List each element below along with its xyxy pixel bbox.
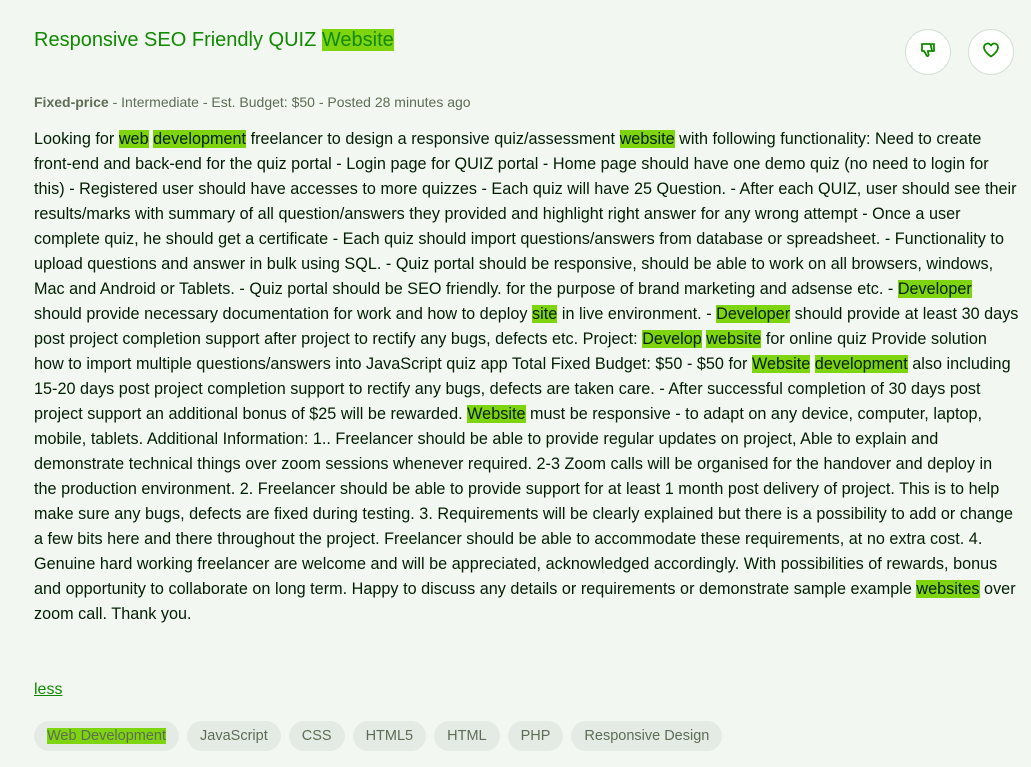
job-description: Looking for web development freelancer t… (34, 127, 1019, 627)
description-text: freelancer to design a responsive quiz/a… (246, 130, 620, 148)
skill-tag-label: Responsive Design (584, 728, 710, 744)
description-text: with following functionality: Need to cr… (34, 130, 1017, 298)
price-type: Fixed-price (34, 94, 109, 110)
job-card: Responsive SEO Friendly QUIZ Website Fix… (0, 0, 1031, 767)
job-title[interactable]: Responsive SEO Friendly QUIZ Website (34, 26, 394, 54)
keyword-highlight: websites (916, 580, 980, 598)
job-meta-details: - Intermediate - Est. Budget: $50 - Post… (108, 94, 471, 110)
keyword-highlight: Develop (642, 330, 702, 348)
keyword-highlight: site (532, 305, 558, 323)
keyword-highlight: web (118, 130, 149, 148)
keyword-highlight: Developer (897, 280, 972, 298)
heart-icon (982, 41, 1000, 64)
job-title-highlight[interactable]: Website (321, 29, 394, 51)
description-text: should provide necessary documentation f… (34, 305, 533, 323)
skill-tag-label: HTML5 (365, 728, 414, 744)
skill-tag-label: HTML (447, 728, 487, 744)
skill-tag-label: CSS (301, 728, 332, 744)
thumbs-down-icon (919, 41, 937, 64)
skill-tag-label: Web Development (47, 728, 167, 744)
skill-tag[interactable]: HTML5 (352, 721, 427, 751)
job-meta: Fixed-price - Intermediate - Est. Budget… (34, 92, 471, 112)
skill-tag[interactable]: Web Development (34, 721, 180, 751)
keyword-highlight: Website (751, 355, 811, 373)
less-link[interactable]: less (34, 677, 62, 702)
skill-tag-label: JavaScript (200, 728, 268, 744)
skill-tag[interactable]: HTML (434, 721, 500, 751)
skill-tag-label: PHP (520, 728, 551, 744)
save-job-button[interactable] (968, 29, 1014, 75)
skill-tag[interactable]: JavaScript (187, 721, 281, 751)
dislike-button[interactable] (905, 29, 951, 75)
keyword-highlight: website (706, 330, 762, 348)
skill-tags: Web Development JavaScript CSS HTML5 HTML PHP… (34, 721, 723, 751)
description-text: in live environment. - (557, 305, 717, 323)
keyword-highlight: Developer (716, 305, 791, 323)
description-text: Looking for (34, 130, 119, 148)
keyword-highlight: development (814, 355, 908, 373)
keyword-highlight: Website (467, 405, 526, 423)
skill-tag[interactable]: Responsive Design (571, 721, 723, 751)
job-title-text[interactable]: Responsive SEO Friendly QUIZ (34, 29, 322, 51)
skill-tag[interactable]: PHP (507, 721, 564, 751)
description-text: must be responsive - to adapt on any dev… (34, 405, 1014, 598)
keyword-highlight: website (619, 130, 675, 148)
skill-tag[interactable]: CSS (288, 721, 345, 751)
keyword-highlight: development (153, 130, 247, 148)
